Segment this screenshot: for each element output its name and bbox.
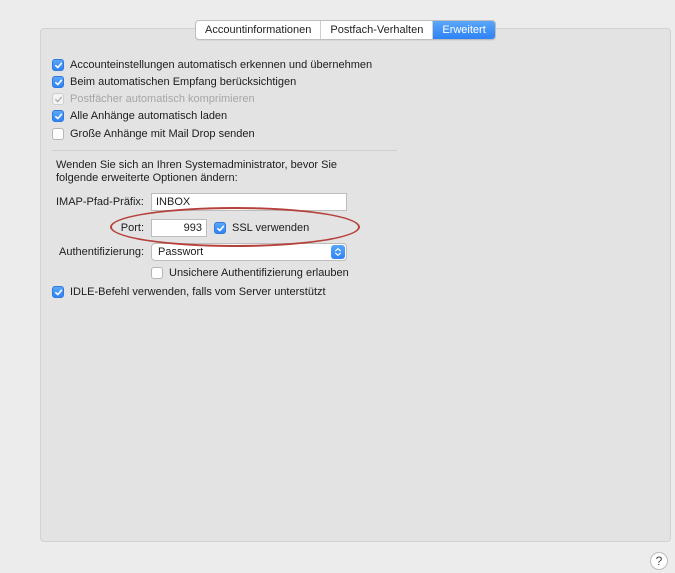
checkbox-compact-mailboxes — [52, 93, 64, 105]
checkmark-icon — [54, 79, 62, 85]
option-mail-drop[interactable]: Große Anhänge mit Mail Drop senden — [52, 128, 255, 140]
auth-label: Authentifizierung: — [59, 246, 144, 258]
ssl-option[interactable]: SSL verwenden — [214, 222, 309, 234]
tab-advanced[interactable]: Erweitert — [433, 21, 495, 39]
option-compact-mailboxes: Postfächer automatisch komprimieren — [52, 93, 255, 105]
insecure-auth-option[interactable]: Unsichere Authentifizierung erlauben — [151, 267, 349, 279]
checkmark-icon — [216, 225, 224, 231]
tab-mailbox-behavior[interactable]: Postfach-Verhalten — [321, 21, 434, 39]
checkbox-ssl[interactable] — [214, 222, 226, 234]
account-settings-window: Accountinformationen Postfach-Verhalten … — [0, 0, 675, 573]
admin-note: Wenden Sie sich an Ihren Systemadministr… — [56, 159, 338, 184]
imap-prefix-label: IMAP-Pfad-Präfix: — [55, 196, 144, 208]
ssl-label: SSL verwenden — [232, 222, 310, 234]
checkbox-include-auto-fetch[interactable] — [52, 76, 64, 88]
option-download-attachments[interactable]: Alle Anhänge automatisch laden — [52, 110, 227, 122]
updown-chevron-icon — [331, 245, 345, 259]
option-label: Große Anhänge mit Mail Drop senden — [70, 128, 255, 140]
section-divider — [52, 150, 397, 151]
checkmark-icon — [54, 96, 62, 102]
advanced-panel — [40, 28, 671, 542]
checkbox-auto-detect-settings[interactable] — [52, 59, 64, 71]
port-field[interactable]: 993 — [151, 219, 207, 237]
insecure-auth-label: Unsichere Authentifizierung erlauben — [169, 267, 349, 279]
tab-bar: Accountinformationen Postfach-Verhalten … — [195, 20, 496, 40]
help-button[interactable]: ? — [650, 552, 668, 570]
checkbox-mail-drop[interactable] — [52, 128, 64, 140]
idle-option[interactable]: IDLE-Befehl verwenden, falls vom Server … — [52, 286, 326, 298]
checkbox-download-attachments[interactable] — [52, 110, 64, 122]
checkmark-icon — [54, 289, 62, 295]
idle-label: IDLE-Befehl verwenden, falls vom Server … — [70, 286, 326, 298]
imap-prefix-field[interactable]: INBOX — [151, 193, 347, 211]
option-label: Accounteinstellungen automatisch erkenne… — [70, 59, 373, 71]
checkmark-icon — [54, 113, 62, 119]
auth-value: Passwort — [158, 246, 204, 258]
port-label: Port: — [120, 222, 144, 234]
checkbox-insecure-auth[interactable] — [151, 267, 163, 279]
tab-account-information[interactable]: Accountinformationen — [196, 21, 322, 39]
option-label: Alle Anhänge automatisch laden — [70, 110, 228, 122]
checkbox-idle[interactable] — [52, 286, 64, 298]
option-include-auto-fetch[interactable]: Beim automatischen Empfang berücksichtig… — [52, 76, 296, 88]
checkmark-icon — [54, 62, 62, 68]
option-auto-detect-settings[interactable]: Accounteinstellungen automatisch erkenne… — [52, 59, 372, 71]
option-label: Postfächer automatisch komprimieren — [70, 93, 255, 105]
auth-select[interactable]: Passwort — [151, 243, 347, 261]
option-label: Beim automatischen Empfang berücksichtig… — [70, 76, 297, 88]
